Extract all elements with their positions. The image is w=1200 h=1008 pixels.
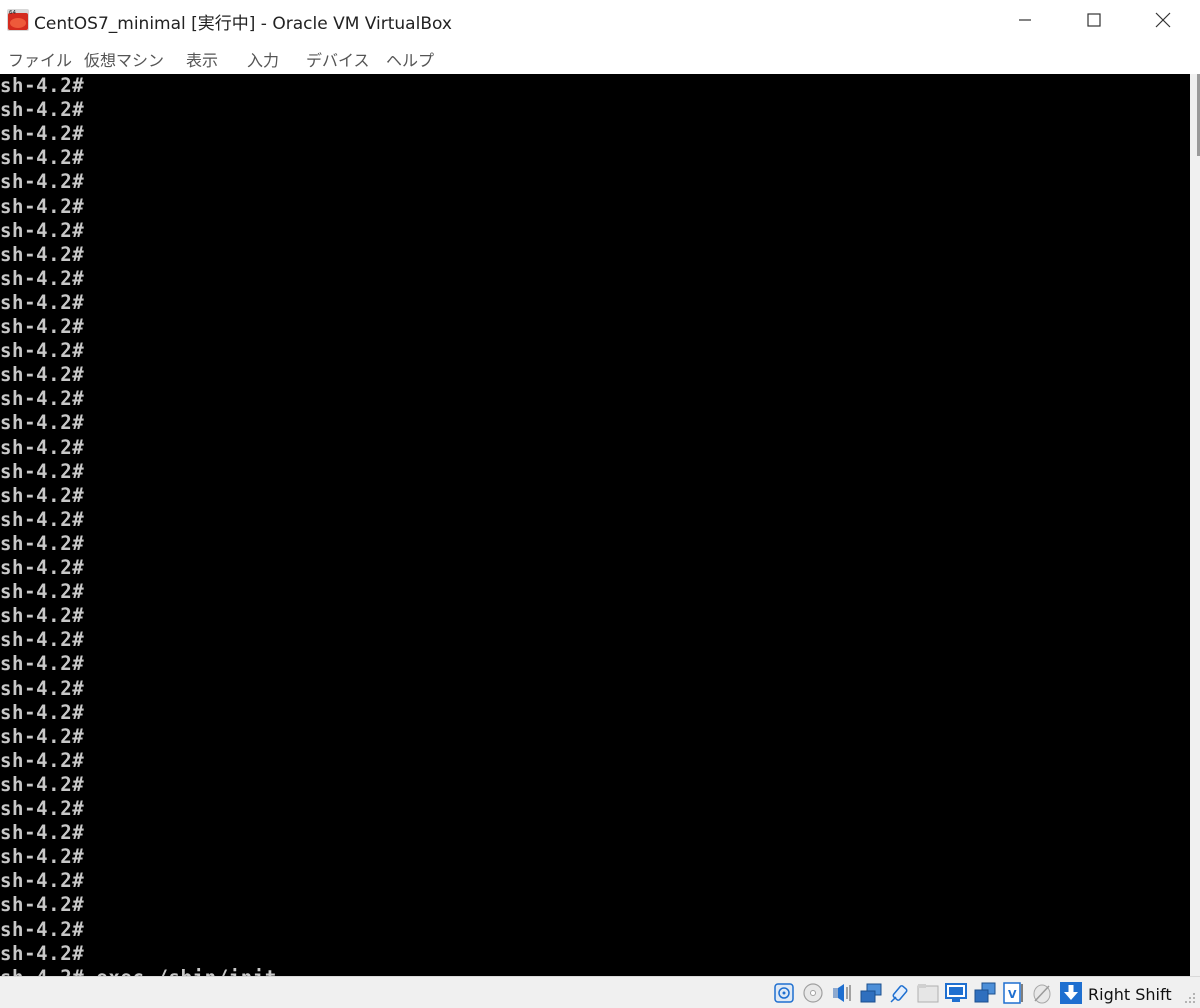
vertical-scrollbar[interactable] bbox=[1190, 74, 1200, 976]
console-line: sh-4.2# bbox=[0, 363, 85, 387]
menu-view[interactable]: 表示 bbox=[186, 47, 218, 71]
hard-disk-icon[interactable] bbox=[772, 982, 796, 1004]
host-key-arrow-icon[interactable] bbox=[1059, 982, 1083, 1004]
console-line: sh-4.2# bbox=[0, 266, 85, 290]
window-title: CentOS7_minimal [実行中] - Oracle VM Virtua… bbox=[34, 14, 452, 34]
console-line: sh-4.2# bbox=[0, 772, 85, 797]
virtualbox-window: 64 CentOS7_minimal [実行中] - Oracle VM Vir… bbox=[0, 0, 1200, 1008]
maximize-button[interactable] bbox=[1059, 0, 1129, 40]
app-icon-badge: 64 bbox=[9, 10, 16, 16]
console-line: sh-4.2# bbox=[0, 869, 85, 893]
video-capture-icon[interactable] bbox=[973, 982, 997, 1004]
console-line: sh-4.2# bbox=[0, 845, 85, 869]
display-icon[interactable] bbox=[944, 982, 968, 1004]
console-line: sh-4.2# bbox=[0, 170, 85, 194]
menu-input[interactable]: 入力 bbox=[247, 47, 279, 71]
audio-icon[interactable] bbox=[830, 982, 854, 1004]
console-line: sh-4.2# bbox=[0, 628, 85, 652]
console-line: sh-4.2# bbox=[0, 315, 85, 339]
shared-folders-icon[interactable] bbox=[916, 982, 940, 1004]
host-key-label: Right Shift bbox=[1088, 985, 1172, 1004]
usb-icon[interactable] bbox=[888, 982, 912, 1004]
svg-text:V: V bbox=[1008, 988, 1017, 1001]
console-line: sh-4.2# bbox=[0, 74, 85, 98]
mouse-integration-icon[interactable] bbox=[1030, 982, 1054, 1004]
console-line: sh-4.2# bbox=[0, 194, 85, 218]
resize-grip-icon[interactable] bbox=[1182, 990, 1196, 1004]
console-line: sh-4.2# bbox=[0, 604, 85, 628]
console-line: sh-4.2# bbox=[0, 797, 85, 821]
network-icon[interactable] bbox=[859, 982, 883, 1004]
console-line: sh-4.2# bbox=[0, 459, 85, 483]
menu-help[interactable]: ヘルプ bbox=[386, 47, 434, 71]
menu-bar: ファイル 仮想マシン 表示 入力 デバイス ヘルプ bbox=[0, 40, 1200, 74]
console-line: sh-4.2# bbox=[0, 122, 85, 146]
console-line: sh-4.2# bbox=[0, 339, 85, 363]
console-line: sh-4.2# exec /sbin/init bbox=[0, 965, 277, 976]
console-line: sh-4.2# bbox=[0, 218, 85, 242]
menu-devices[interactable]: デバイス bbox=[306, 47, 370, 71]
console-line: sh-4.2# bbox=[0, 580, 85, 604]
vm-console-screen[interactable]: sh-4.2# sh-4.2# sh-4.2# sh-4.2# sh-4.2# sh-4.… bbox=[0, 74, 1190, 976]
console-line: sh-4.2# bbox=[0, 556, 85, 580]
minimize-icon bbox=[1019, 19, 1031, 21]
title-bar[interactable]: 64 CentOS7_minimal [実行中] - Oracle VM Vir… bbox=[0, 0, 1200, 40]
console-line: sh-4.2# bbox=[0, 483, 85, 507]
console-line: sh-4.2# bbox=[0, 411, 85, 435]
console-line: sh-4.2# bbox=[0, 531, 85, 556]
console-line: sh-4.2# bbox=[0, 435, 85, 459]
console-line: sh-4.2# bbox=[0, 917, 85, 941]
optical-drive-icon[interactable] bbox=[801, 982, 825, 1004]
console-line: sh-4.2# bbox=[0, 893, 85, 917]
console-line: sh-4.2# bbox=[0, 700, 85, 724]
console-line: sh-4.2# bbox=[0, 821, 85, 845]
menu-machine[interactable]: 仮想マシン bbox=[84, 47, 164, 71]
console-line: sh-4.2# bbox=[0, 724, 85, 748]
console-line: sh-4.2# bbox=[0, 387, 85, 411]
minimize-button[interactable] bbox=[990, 0, 1060, 40]
console-line: sh-4.2# bbox=[0, 941, 85, 965]
close-icon bbox=[1155, 12, 1171, 28]
status-bar: V Right Shift bbox=[0, 976, 1200, 1008]
console-line: sh-4.2# bbox=[0, 146, 85, 170]
virtualization-icon[interactable]: V bbox=[1001, 982, 1025, 1004]
console-line: sh-4.2# bbox=[0, 290, 85, 315]
virtualbox-app-icon[interactable]: 64 bbox=[6, 8, 30, 32]
console-line: sh-4.2# bbox=[0, 748, 85, 772]
console-line: sh-4.2# bbox=[0, 242, 85, 266]
console-line: sh-4.2# bbox=[0, 652, 85, 676]
menu-file[interactable]: ファイル bbox=[8, 47, 72, 71]
console-line: sh-4.2# bbox=[0, 98, 85, 122]
maximize-icon bbox=[1087, 13, 1101, 27]
console-line: sh-4.2# bbox=[0, 507, 85, 531]
console-line: sh-4.2# bbox=[0, 676, 85, 700]
close-button[interactable] bbox=[1128, 0, 1198, 40]
